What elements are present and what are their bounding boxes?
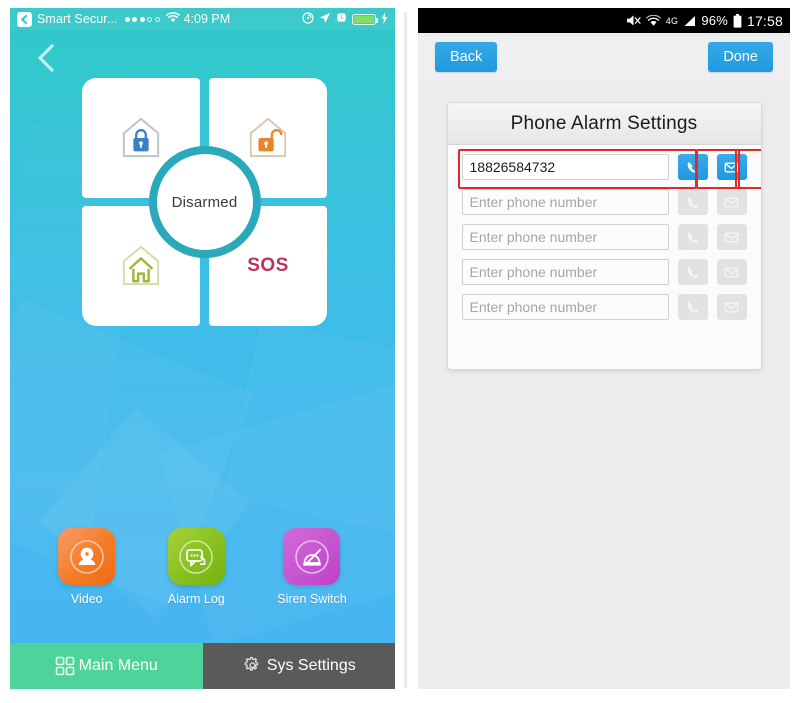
envelope-icon xyxy=(724,196,739,208)
phone-number-input[interactable] xyxy=(461,294,669,320)
right-phone-screen: 4G 96% 17:58 Back Done Phone Alarm Setti… xyxy=(418,8,790,689)
call-button xyxy=(677,189,708,215)
call-button[interactable] xyxy=(677,154,708,180)
sms-button xyxy=(716,224,747,250)
arm-status-ring[interactable]: Disarmed xyxy=(148,146,261,258)
phone-handset-icon xyxy=(687,161,699,173)
screenshot-root: Smart Secur... 4:09 PM SOS Disarmed Vide… xyxy=(0,0,800,703)
table-row xyxy=(461,224,747,250)
phone-alarm-settings-card: Phone Alarm Settings xyxy=(446,102,762,370)
ios-status-right xyxy=(302,11,388,27)
phone-rows-list xyxy=(448,145,761,369)
screen-divider xyxy=(404,12,407,688)
house-home-icon xyxy=(122,245,160,286)
ios-status-bar: Smart Secur... 4:09 PM xyxy=(10,8,395,30)
wallpaper-facet xyxy=(223,320,395,536)
card-header: Phone Alarm Settings xyxy=(447,103,761,145)
bottom-tab-bar: Main Menu Sys Settings xyxy=(10,643,395,689)
feature-shortcuts: Video Alarm Log Siren Switch xyxy=(10,528,395,606)
signal-dots-icon xyxy=(124,16,160,22)
call-button xyxy=(677,224,708,250)
alarm-clock-icon xyxy=(336,12,347,26)
arm-panel: SOS Disarmed xyxy=(82,78,327,326)
siren-switch-tile[interactable] xyxy=(283,528,341,585)
siren-off-icon xyxy=(295,539,329,574)
house-locked-icon xyxy=(122,117,160,158)
charging-bolt-icon xyxy=(381,11,388,27)
sms-button xyxy=(716,294,747,320)
table-row xyxy=(457,149,761,189)
camera-icon xyxy=(69,539,104,574)
house-unlocked-icon xyxy=(249,117,287,158)
rotation-lock-icon xyxy=(302,11,314,27)
back-chevron-icon[interactable] xyxy=(37,43,67,73)
phone-handset-icon xyxy=(687,231,699,243)
speaker-mute-icon xyxy=(626,14,641,27)
feature-alarm-log[interactable]: Alarm Log xyxy=(167,528,225,606)
sms-button[interactable] xyxy=(716,154,747,180)
done-button[interactable]: Done xyxy=(708,41,773,72)
page-title: Phone Alarm Settings xyxy=(510,112,698,134)
feature-siren-switch-label: Siren Switch xyxy=(277,592,347,606)
battery-full-icon xyxy=(733,13,742,28)
network-type-label: 4G xyxy=(665,15,679,26)
wifi-icon xyxy=(165,12,180,26)
battery-percent-label: 96% xyxy=(701,13,728,28)
wifi-icon xyxy=(645,14,661,27)
table-row xyxy=(461,259,747,285)
feature-alarm-log-label: Alarm Log xyxy=(167,592,225,606)
tab-main-menu[interactable]: Main Menu xyxy=(10,643,203,689)
phone-handset-icon xyxy=(687,266,699,278)
envelope-icon xyxy=(724,301,739,313)
android-status-bar: 4G 96% 17:58 xyxy=(418,8,790,33)
call-button xyxy=(677,294,708,320)
feature-video[interactable]: Video xyxy=(58,528,116,606)
grid-icon xyxy=(55,656,74,676)
sms-button xyxy=(716,259,747,285)
ios-clock: 4:09 PM xyxy=(183,12,231,26)
phone-number-input[interactable] xyxy=(461,259,669,285)
video-tile[interactable] xyxy=(58,528,116,585)
feature-video-label: Video xyxy=(70,592,103,606)
sos-label: SOS xyxy=(247,255,289,276)
phone-handset-icon xyxy=(687,196,699,208)
envelope-icon xyxy=(724,231,739,243)
battery-full-icon xyxy=(352,13,378,25)
carrier-label: Smart Secur... xyxy=(37,12,118,26)
phone-number-input[interactable] xyxy=(461,189,669,215)
phone-number-input[interactable] xyxy=(461,154,669,180)
location-arrow-icon xyxy=(319,12,331,27)
signal-bars-icon xyxy=(683,15,696,27)
phone-number-input[interactable] xyxy=(461,224,669,250)
android-clock: 17:58 xyxy=(746,12,783,29)
tab-main-menu-label: Main Menu xyxy=(78,657,158,674)
back-button[interactable]: Back xyxy=(435,41,498,72)
table-row xyxy=(461,294,747,320)
table-row xyxy=(461,189,747,215)
tab-sys-settings[interactable]: Sys Settings xyxy=(202,643,395,689)
tab-sys-settings-label: Sys Settings xyxy=(266,657,356,674)
call-button xyxy=(677,259,708,285)
envelope-icon xyxy=(724,161,739,173)
page-toolbar: Back Done xyxy=(418,33,790,80)
arm-status-label: Disarmed xyxy=(171,193,238,211)
sms-button xyxy=(716,189,747,215)
back-chip-icon[interactable] xyxy=(17,11,32,27)
alarm-log-tile[interactable] xyxy=(167,528,225,585)
chat-log-icon xyxy=(179,539,214,574)
envelope-icon xyxy=(724,266,739,278)
left-phone-screen: Smart Secur... 4:09 PM SOS Disarmed Vide… xyxy=(10,8,395,689)
phone-handset-icon xyxy=(687,301,699,313)
gear-icon xyxy=(244,656,259,671)
feature-siren-switch[interactable]: Siren Switch xyxy=(277,528,347,606)
